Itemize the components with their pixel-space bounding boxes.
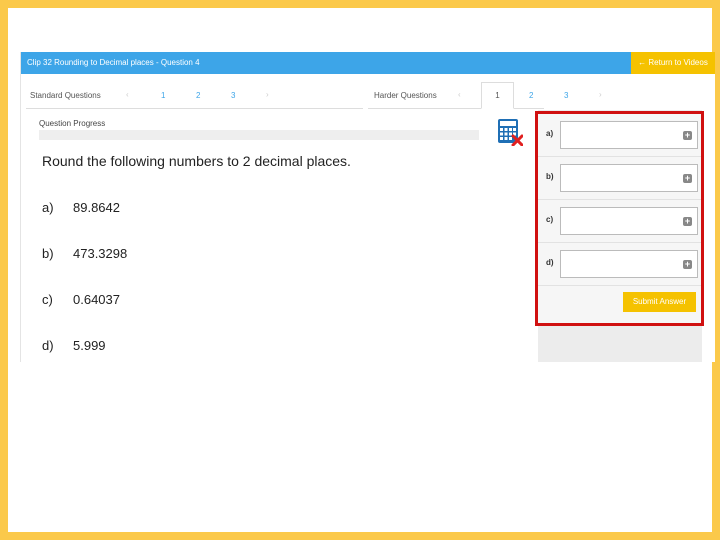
answer-row-d: d) + [538,243,701,286]
standard-questions-label: Standard Questions [30,91,101,100]
answer-row-c: c) + [538,200,701,243]
plus-square-icon[interactable]: + [683,217,692,226]
plus-square-icon[interactable]: + [683,131,692,140]
chevron-right-icon[interactable]: › [599,90,602,99]
plus-square-icon[interactable]: + [683,260,692,269]
answer-field-d[interactable]: + [560,250,698,278]
standard-question-3[interactable]: 3 [231,91,235,100]
harder-question-3[interactable]: 3 [564,91,568,100]
return-to-videos-button[interactable]: ← Return to Videos [631,52,715,74]
answer-field-b[interactable]: + [560,164,698,192]
question-prompt: Round the following numbers to 2 decimal… [42,153,351,169]
plus-square-icon[interactable]: + [683,174,692,183]
harder-questions-label: Harder Questions [374,91,437,100]
submit-answer-button[interactable]: Submit Answer [623,292,696,312]
chevron-left-icon[interactable]: ‹ [458,90,461,99]
question-progress-bar [39,130,479,140]
question-progress-label: Question Progress [39,119,106,128]
calculator-icon[interactable] [497,118,523,146]
harder-question-1-tab[interactable]: 1 [481,82,514,109]
answer-row-b: b) + [538,157,701,200]
standard-question-1[interactable]: 1 [161,91,165,100]
chevron-left-icon[interactable]: ‹ [126,90,129,99]
standard-question-2[interactable]: 2 [196,91,200,100]
app-window: Clip 32 Rounding to Decimal places - Que… [20,52,715,362]
answer-row-a: a) + [538,114,701,157]
answer-panel: a) + b) + c) + d) + Submit Answer [535,111,704,326]
standard-questions-nav: Standard Questions ‹ 1 2 3 › [26,84,363,109]
page-title: Clip 32 Rounding to Decimal places - Que… [21,52,631,74]
harder-question-2[interactable]: 2 [529,91,533,100]
chevron-right-icon[interactable]: › [266,90,269,99]
answer-field-a[interactable]: + [560,121,698,149]
answer-field-c[interactable]: + [560,207,698,235]
